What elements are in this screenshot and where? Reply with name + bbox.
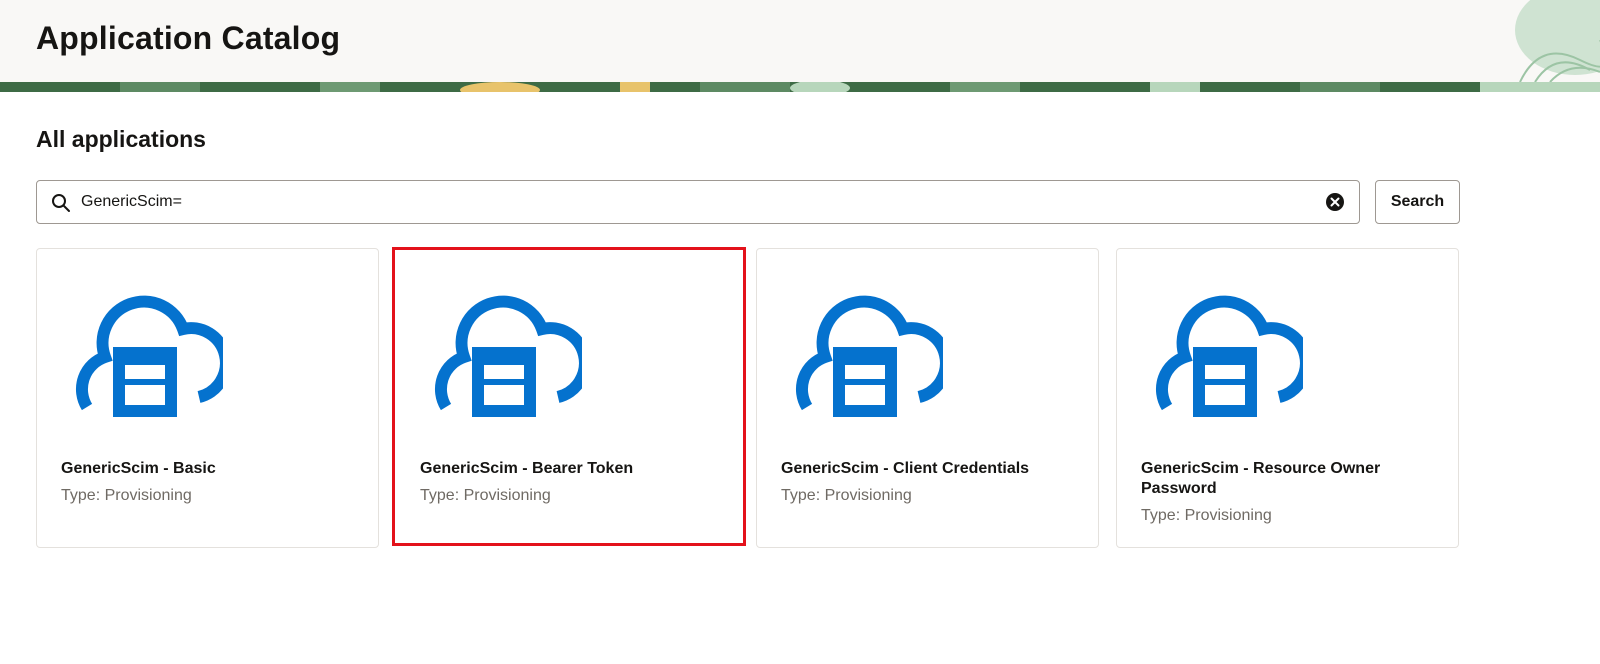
app-card-resource-owner-password[interactable]: GenericScim - Resource Owner Password Ty…: [1116, 248, 1459, 548]
cloud-app-icon: [1155, 295, 1303, 417]
app-card-basic[interactable]: GenericScim - Basic Type: Provisioning: [36, 248, 379, 548]
clear-search-icon[interactable]: [1325, 192, 1345, 212]
search-icon: [52, 194, 70, 212]
cloud-app-icon: [75, 295, 223, 417]
app-type: Type: Provisioning: [781, 487, 912, 504]
app-name: GenericScim - Basic: [61, 460, 216, 477]
app-name: GenericScim - Bearer Token: [420, 460, 634, 477]
app-name: GenericScim - Resource Owner Password: [1141, 460, 1381, 497]
search-field[interactable]: [36, 180, 1360, 224]
section-title: All applications: [36, 126, 206, 152]
app-type: Type: Provisioning: [61, 487, 192, 504]
decorative-banner: [0, 82, 1600, 92]
app-card-bearer-token[interactable]: GenericScim - Bearer Token Type: Provisi…: [392, 247, 746, 546]
page-title: Application Catalog: [36, 20, 341, 56]
app-name: GenericScim - Client Credentials: [781, 460, 1030, 477]
cloud-app-icon: [795, 295, 943, 417]
app-card-client-credentials[interactable]: GenericScim - Client Credentials Type: P…: [756, 248, 1099, 548]
cloud-app-icon: [434, 295, 582, 417]
app-type: Type: Provisioning: [420, 487, 551, 504]
page-header: Application Catalog: [0, 0, 1600, 82]
search-input[interactable]: [81, 182, 1301, 222]
search-button[interactable]: Search: [1375, 180, 1460, 224]
header-decoration: [1515, 0, 1600, 82]
app-type: Type: Provisioning: [1141, 507, 1272, 524]
